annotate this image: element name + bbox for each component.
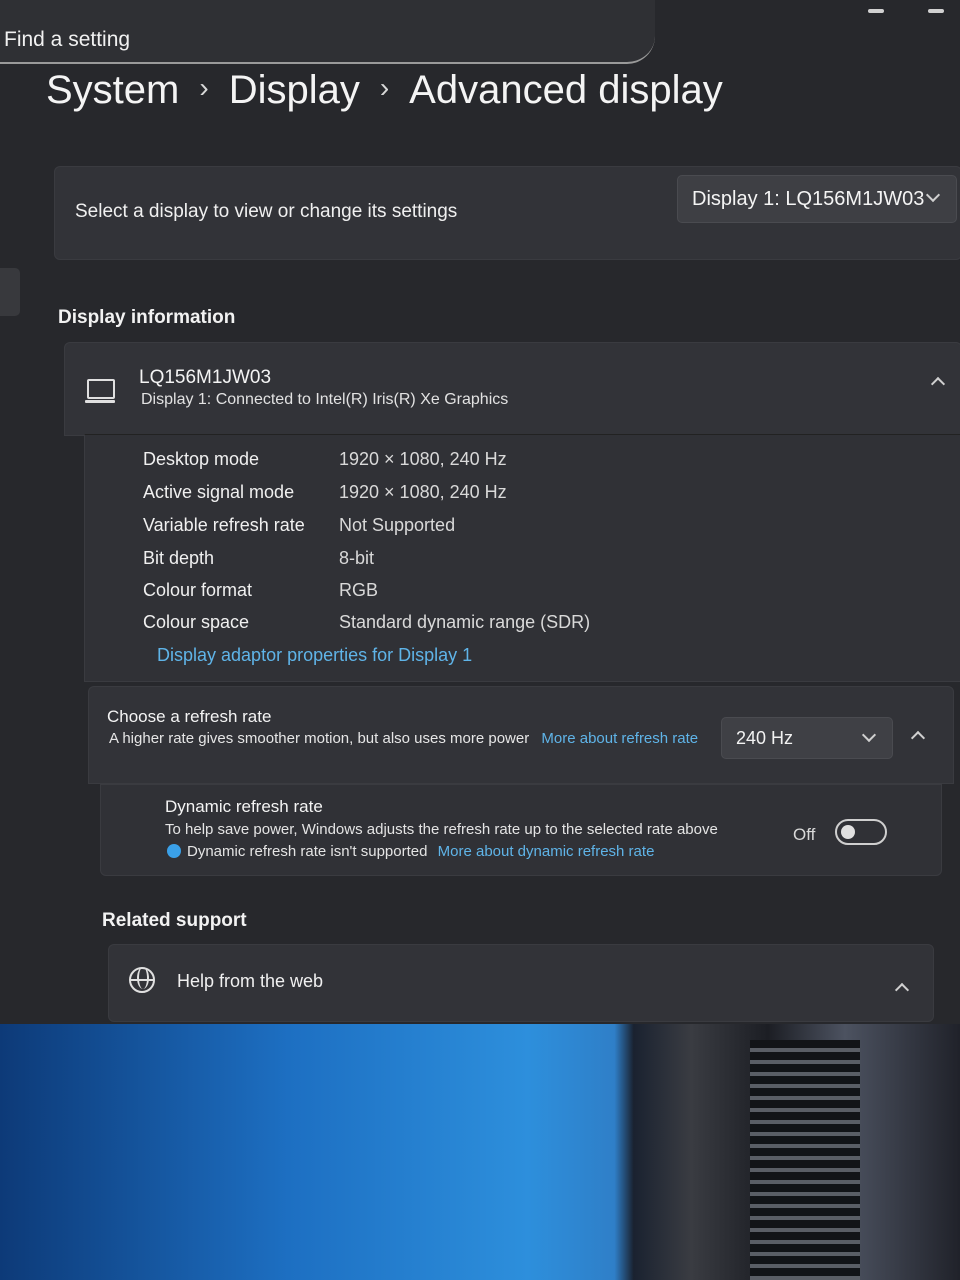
- chevron-down-icon: [861, 727, 877, 743]
- search-input[interactable]: Find a setting: [0, 0, 655, 64]
- dynamic-refresh-description: To help save power, Windows adjusts the …: [165, 821, 718, 838]
- chevron-up-icon[interactable]: [910, 730, 926, 746]
- dynamic-refresh-title: Dynamic refresh rate: [165, 797, 323, 816]
- chevron-right-icon: ›: [199, 72, 209, 103]
- dynamic-refresh-note-text: Dynamic refresh rate isn't supported: [187, 843, 428, 860]
- monitor-name: LQ156M1JW03: [139, 367, 272, 388]
- breadcrumb-system[interactable]: System: [46, 68, 179, 112]
- help-from-web-expander[interactable]: Help from the web: [108, 944, 934, 1022]
- info-value: RGB: [339, 580, 379, 600]
- info-key: Desktop mode: [143, 449, 260, 469]
- info-value: Standard dynamic range (SDR): [339, 612, 591, 632]
- display-info-expander[interactable]: LQ156M1JW03 Display 1: Connected to Inte…: [64, 342, 960, 436]
- display-select-dropdown[interactable]: Display 1: LQ156M1JW03: [677, 175, 957, 223]
- nav-pane-edge: [0, 268, 20, 316]
- chevron-right-icon: ›: [379, 72, 390, 103]
- refresh-rate-title: Choose a refresh rate: [107, 707, 272, 726]
- dynamic-refresh-toggle[interactable]: [835, 819, 887, 845]
- breadcrumb-advanced-display: Advanced display: [409, 68, 723, 112]
- display-info-details: Desktop mode 1920 × 1080, 240 Hz Active …: [84, 434, 960, 682]
- info-icon: [167, 844, 181, 858]
- minimize-icon[interactable]: [867, 9, 884, 13]
- info-key: Bit depth: [143, 548, 215, 568]
- refresh-rate-card: Choose a refresh rate A higher rate give…: [88, 686, 954, 784]
- dynamic-refresh-card: Dynamic refresh rate To help save power,…: [100, 784, 942, 876]
- select-display-label: Select a display to view or change its s…: [75, 201, 458, 222]
- toggle-state-label: Off: [793, 825, 816, 844]
- info-value: 1920 × 1080, 240 Hz: [339, 449, 507, 469]
- dynamic-refresh-note: Dynamic refresh rate isn't supported Mor…: [167, 843, 654, 860]
- select-display-card: Select a display to view or change its s…: [54, 166, 960, 260]
- chevron-up-icon[interactable]: [930, 376, 946, 392]
- refresh-rate-value: 240 Hz: [736, 728, 794, 748]
- info-key: Variable refresh rate: [143, 515, 305, 535]
- related-support-heading: Related support: [102, 910, 247, 931]
- chevron-up-icon[interactable]: [894, 982, 910, 998]
- display-select-value: Display 1: LQ156M1JW03: [692, 188, 925, 210]
- search-placeholder: Find a setting: [4, 28, 131, 51]
- refresh-rate-dropdown[interactable]: 240 Hz: [721, 717, 893, 759]
- globe-icon: [129, 967, 155, 993]
- info-value: 1920 × 1080, 240 Hz: [339, 482, 507, 502]
- refresh-rate-description: A higher rate gives smoother motion, but…: [109, 729, 709, 749]
- info-key: Colour format: [143, 580, 253, 600]
- info-key: Colour space: [143, 612, 250, 632]
- refresh-rate-desc-text: A higher rate gives smoother motion, but…: [109, 730, 530, 747]
- breadcrumb-display[interactable]: Display: [229, 68, 360, 112]
- monitor-icon: [85, 379, 115, 403]
- wallpaper-stairs: [750, 1040, 860, 1280]
- chevron-down-icon: [925, 187, 941, 203]
- more-about-refresh-link[interactable]: More about refresh rate: [541, 730, 698, 747]
- window-controls: [828, 0, 944, 18]
- toggle-knob: [841, 825, 855, 839]
- breadcrumb: System › Display › Advanced display: [46, 68, 723, 113]
- help-from-web-label: Help from the web: [177, 971, 324, 991]
- info-value: 8-bit: [339, 548, 375, 568]
- info-value: Not Supported: [339, 515, 456, 535]
- settings-window: Find a setting System › Display › Advanced d…: [0, 0, 960, 1035]
- display-information-heading: Display information: [58, 307, 236, 328]
- more-about-dynamic-refresh-link[interactable]: More about dynamic refresh rate: [438, 843, 655, 860]
- info-key: Active signal mode: [143, 482, 295, 502]
- maximize-icon[interactable]: [928, 9, 944, 13]
- monitor-subtitle: Display 1: Connected to Intel(R) Iris(R)…: [141, 391, 509, 408]
- display-adaptor-properties-link[interactable]: Display adaptor properties for Display 1: [157, 645, 472, 666]
